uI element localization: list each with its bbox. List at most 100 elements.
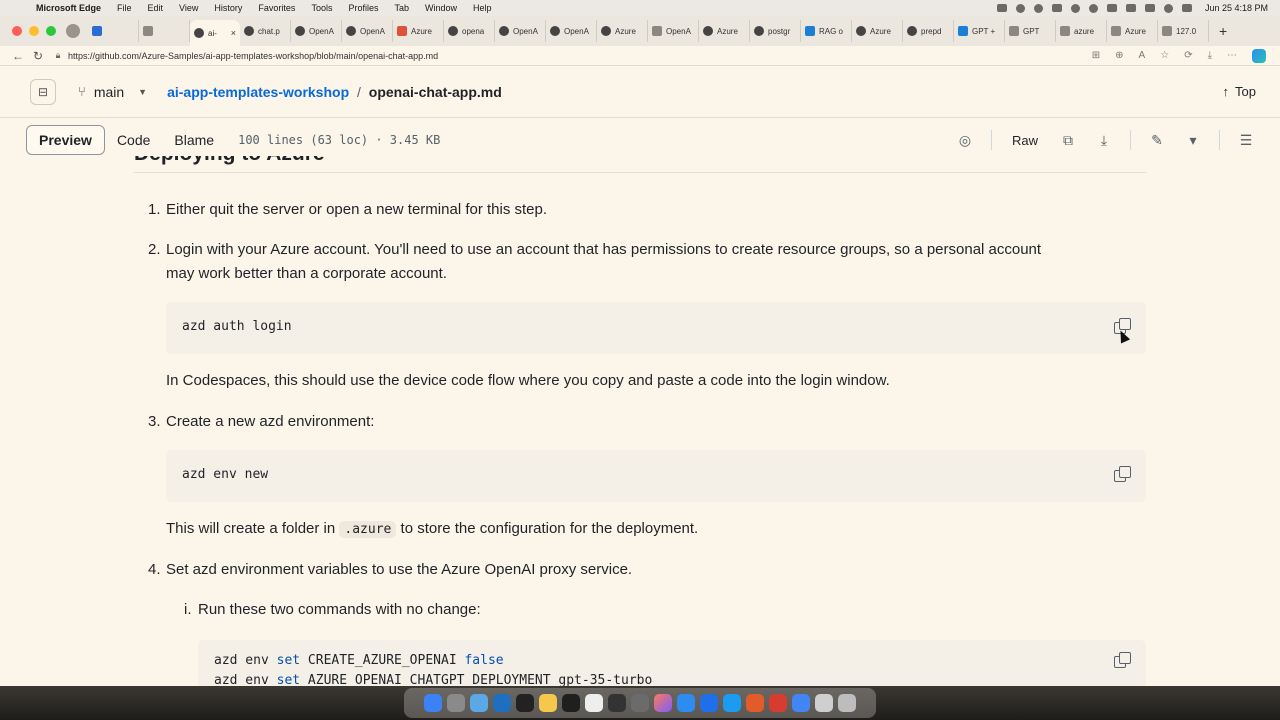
browser-tab[interactable]: OpenA [342,20,393,42]
edit-chevron-down-icon[interactable]: ▾ [1179,126,1207,154]
copilot-button-icon[interactable]: ◎ [951,126,979,154]
notes-icon[interactable] [539,694,557,712]
browser-tab[interactable]: prepd [903,20,954,42]
browser-tab[interactable]: Azure [699,20,750,42]
browser-tab[interactable]: GPT [1005,20,1056,42]
menu-help[interactable]: Help [465,3,500,13]
menu-edit[interactable]: Edit [140,3,172,13]
onepassword-icon[interactable] [700,694,718,712]
tab-blame[interactable]: Blame [162,125,226,155]
download-raw-icon[interactable]: ⤓ [1090,126,1118,154]
browser-tab[interactable]: postgr [750,20,801,42]
close-tab-icon[interactable]: × [231,28,236,38]
back-button[interactable]: ← [8,49,28,63]
tab-code[interactable]: Code [105,125,162,155]
arrow-up-icon: ↑ [1222,84,1230,99]
folder-icon[interactable] [470,694,488,712]
browser-tab[interactable]: Azure [393,20,444,42]
copy-raw-icon[interactable]: ⧉ [1054,126,1082,154]
copy-icon[interactable] [1114,652,1132,670]
menu-tab[interactable]: Tab [386,3,417,13]
creative-icon[interactable] [654,694,672,712]
document-icon[interactable] [815,694,833,712]
browser-tab[interactable]: opena [444,20,495,42]
finder-icon[interactable] [424,694,442,712]
screenshot-icon[interactable] [631,694,649,712]
browser-tab[interactable]: RAG o [801,20,852,42]
status-github-icon-2[interactable] [1033,3,1043,13]
minimize-window-button[interactable] [29,26,39,36]
activity-icon[interactable] [562,694,580,712]
profile-avatar-icon[interactable] [66,24,80,38]
app-available-icon[interactable]: ⊞ [1092,50,1100,61]
download-icon[interactable]: ⤓ [1208,50,1212,61]
browser-tab[interactable]: OpenA [546,20,597,42]
breadcrumb-repo-link[interactable]: ai-app-templates-workshop [167,84,349,100]
browser-tab[interactable]: Azure [1107,20,1158,42]
url-field[interactable]: https://github.com/Azure-Samples/ai-app-… [68,51,1092,61]
expand-sidebar-button[interactable]: ⊟ [30,78,56,105]
chrome-icon[interactable] [792,694,810,712]
browser-tab[interactable] [88,20,139,42]
top-button[interactable]: ↑ Top [1223,84,1256,99]
new-tab-button[interactable]: + [1209,23,1227,39]
status-timer-icon[interactable] [1088,3,1098,13]
status-bell-icon[interactable] [1106,4,1117,12]
vscode-icon[interactable] [493,694,511,712]
trash-icon[interactable] [838,694,856,712]
settings-icon[interactable] [447,694,465,712]
tab-preview[interactable]: Preview [26,125,105,155]
copy-icon[interactable] [1114,466,1132,484]
menu-favorites[interactable]: Favorites [250,3,303,13]
edge-icon[interactable] [677,694,695,712]
office-icon[interactable] [769,694,787,712]
menubar-clock[interactable]: Jun 25 4:18 PM [1205,3,1268,13]
status-creative-icon[interactable] [1070,3,1080,13]
more-menu-icon[interactable]: ⋯ [1227,50,1237,61]
refresh-extension-icon[interactable]: ⟳ [1184,50,1192,61]
firefox-icon[interactable] [746,694,764,712]
browser-tab[interactable] [139,20,190,42]
appstore-icon[interactable] [723,694,741,712]
close-window-button[interactable] [12,26,22,36]
zoom-icon[interactable]: ⊕ [1115,50,1123,61]
menu-app-name[interactable]: Microsoft Edge [30,3,109,13]
status-app-icon[interactable] [996,4,1007,12]
browser-tab[interactable]: azure [1056,20,1107,42]
menu-history[interactable]: History [206,3,250,13]
browser-tab[interactable]: GPT + [954,20,1005,42]
status-github-icon[interactable] [1015,3,1025,13]
status-record-icon[interactable] [1051,4,1062,12]
browser-tab-active[interactable]: ai- × [190,20,240,46]
terminal-icon[interactable] [516,694,534,712]
menu-tools[interactable]: Tools [303,3,340,13]
status-play-icon[interactable] [1125,4,1136,12]
browser-tab[interactable]: chat.p [240,20,291,42]
browser-tab[interactable]: Azure [852,20,903,42]
browser-tab[interactable]: OpenA [495,20,546,42]
menu-file[interactable]: File [109,3,140,13]
wifi-icon[interactable] [1163,3,1173,13]
control-center-icon[interactable] [1181,4,1192,12]
menu-view[interactable]: View [171,3,206,13]
app-icon[interactable] [608,694,626,712]
status-battery-icon[interactable] [1144,4,1155,12]
lock-icon[interactable]: 🔒︎ [48,50,68,61]
outline-list-icon[interactable]: ☰ [1232,126,1260,154]
zoom-window-button[interactable] [46,26,56,36]
favorite-star-icon[interactable]: ☆ [1160,50,1169,61]
read-aloud-icon[interactable]: A [1139,50,1146,61]
raw-button[interactable]: Raw [1004,126,1046,154]
branch-selector[interactable]: ⑂ main ▼ [68,76,157,108]
refresh-button[interactable]: ↻ [28,49,48,63]
copilot-icon[interactable] [1252,48,1266,63]
menu-window[interactable]: Window [417,3,465,13]
browser-tab[interactable]: Azure [597,20,648,42]
browser-tab[interactable]: OpenA [648,20,699,42]
browser-tab[interactable]: OpenA [291,20,342,42]
tab-favicon-icon [397,26,407,36]
menu-profiles[interactable]: Profiles [340,3,386,13]
textedit-icon[interactable] [585,694,603,712]
browser-tab[interactable]: 127.0 [1158,20,1209,42]
edit-pencil-icon[interactable]: ✎ [1143,126,1171,154]
